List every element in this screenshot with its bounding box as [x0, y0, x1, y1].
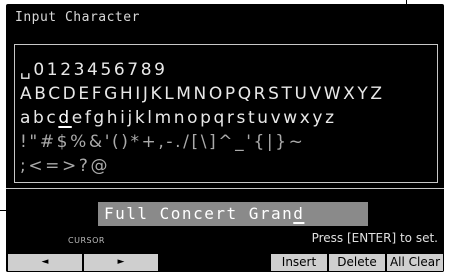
- selected-character[interactable]: d: [58, 108, 71, 128]
- char-row-lowercase-pre: abc: [20, 108, 59, 128]
- all-clear-button[interactable]: All Clear: [387, 254, 443, 271]
- callout-line-left: [0, 210, 98, 211]
- cursor-left-button[interactable]: ◄: [8, 254, 82, 271]
- char-row-symbols[interactable]: !"#$%&'()*+,-./[\]^_'{|}~: [20, 130, 385, 154]
- button-bar: ◄ ► Insert Delete All Clear: [6, 253, 444, 272]
- name-value: Full Concert Gran: [104, 204, 294, 223]
- name-input-field[interactable]: Full Concert Grand: [98, 202, 368, 226]
- dialog-title: Input Character: [15, 10, 140, 25]
- cursor-right-button[interactable]: ►: [84, 254, 158, 271]
- delete-button[interactable]: Delete: [329, 254, 385, 271]
- char-row-lowercase-post: efghijklmnopqrstuvwxyz: [71, 108, 337, 128]
- character-grid: ␣0123456789 ABCDEFGHIJKLMNOPQRSTUVWXYZ a…: [20, 58, 385, 178]
- divider-line: [6, 188, 444, 189]
- char-row-uppercase[interactable]: ABCDEFGHIJKLMNOPQRSTUVWXYZ: [20, 82, 385, 106]
- char-row-symbols-2[interactable]: ;<=>?@: [20, 154, 385, 178]
- enter-hint: Press [ENTER] to set.: [311, 231, 438, 245]
- cursor-label: CURSOR: [68, 236, 105, 245]
- char-row-lowercase[interactable]: abcdefghijklmnopqrstuvwxyz: [20, 106, 385, 130]
- char-row-digits[interactable]: ␣0123456789: [20, 58, 385, 82]
- insert-button[interactable]: Insert: [271, 254, 327, 271]
- character-input-screen: Input Character ␣0123456789 ABCDEFGHIJKL…: [6, 4, 444, 272]
- name-cursor-char: d: [293, 204, 305, 223]
- callout-line-top: [406, 0, 407, 44]
